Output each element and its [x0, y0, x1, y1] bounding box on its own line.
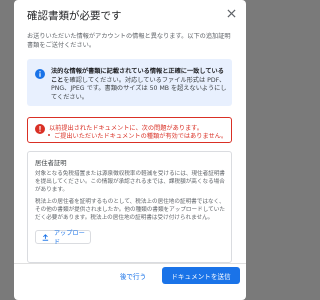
error-item: ご提出いただいたドキュメントの種類が有効ではありません。 [47, 133, 228, 140]
dialog-title: 確認書類が必要です [27, 10, 122, 22]
info-icon [35, 69, 45, 79]
section-description: 対象となる免税措置または源泉徴収税率の軽減を受けるには、現住者証明書を提出してく… [35, 171, 226, 193]
upload-label: アップロード [53, 230, 85, 246]
verification-dialog: 確認書類が必要です お送りいただいた情報がアカウントの情報と異なります。以下の追… [14, 0, 246, 300]
submit-documents-button[interactable]: ドキュメントを送信 [162, 267, 240, 284]
section-note: 税法上の居住者を証明するものとして、税法上の居住地の証明書ではなく、その他の書類… [35, 199, 225, 221]
close-icon [226, 8, 236, 18]
info-text: 法的な情報が書類に記載されている情報と正確に一致していることを確認してください。… [51, 68, 227, 102]
later-button[interactable]: 後で行う [110, 268, 156, 284]
error-icon [35, 124, 45, 134]
upload-icon [42, 233, 49, 241]
info-body-text: を確認してください。対応しているファイル形式は PDF、PNG、JPEG です。… [51, 76, 227, 101]
error-notice: 以前提出されたドキュメントに、次の問題があります。 ご提出いただいたドキュメント… [27, 117, 232, 143]
dialog-intro: お送りいただいた情報がアカウントの情報と異なります。以下の追加証明書類をご送付く… [27, 33, 231, 49]
info-notice: 法的な情報が書類に記載されている情報と正確に一致していることを確認してください。… [27, 59, 232, 106]
footer-divider [14, 263, 246, 264]
section-title: 居住者証明 [35, 160, 67, 167]
close-button[interactable] [224, 6, 238, 20]
upload-button[interactable]: アップロード [35, 230, 91, 246]
residency-proof-section: 居住者証明 対象となる免税措置または源泉徴収税率の軽減を受けるには、現住者証明書… [27, 151, 232, 263]
